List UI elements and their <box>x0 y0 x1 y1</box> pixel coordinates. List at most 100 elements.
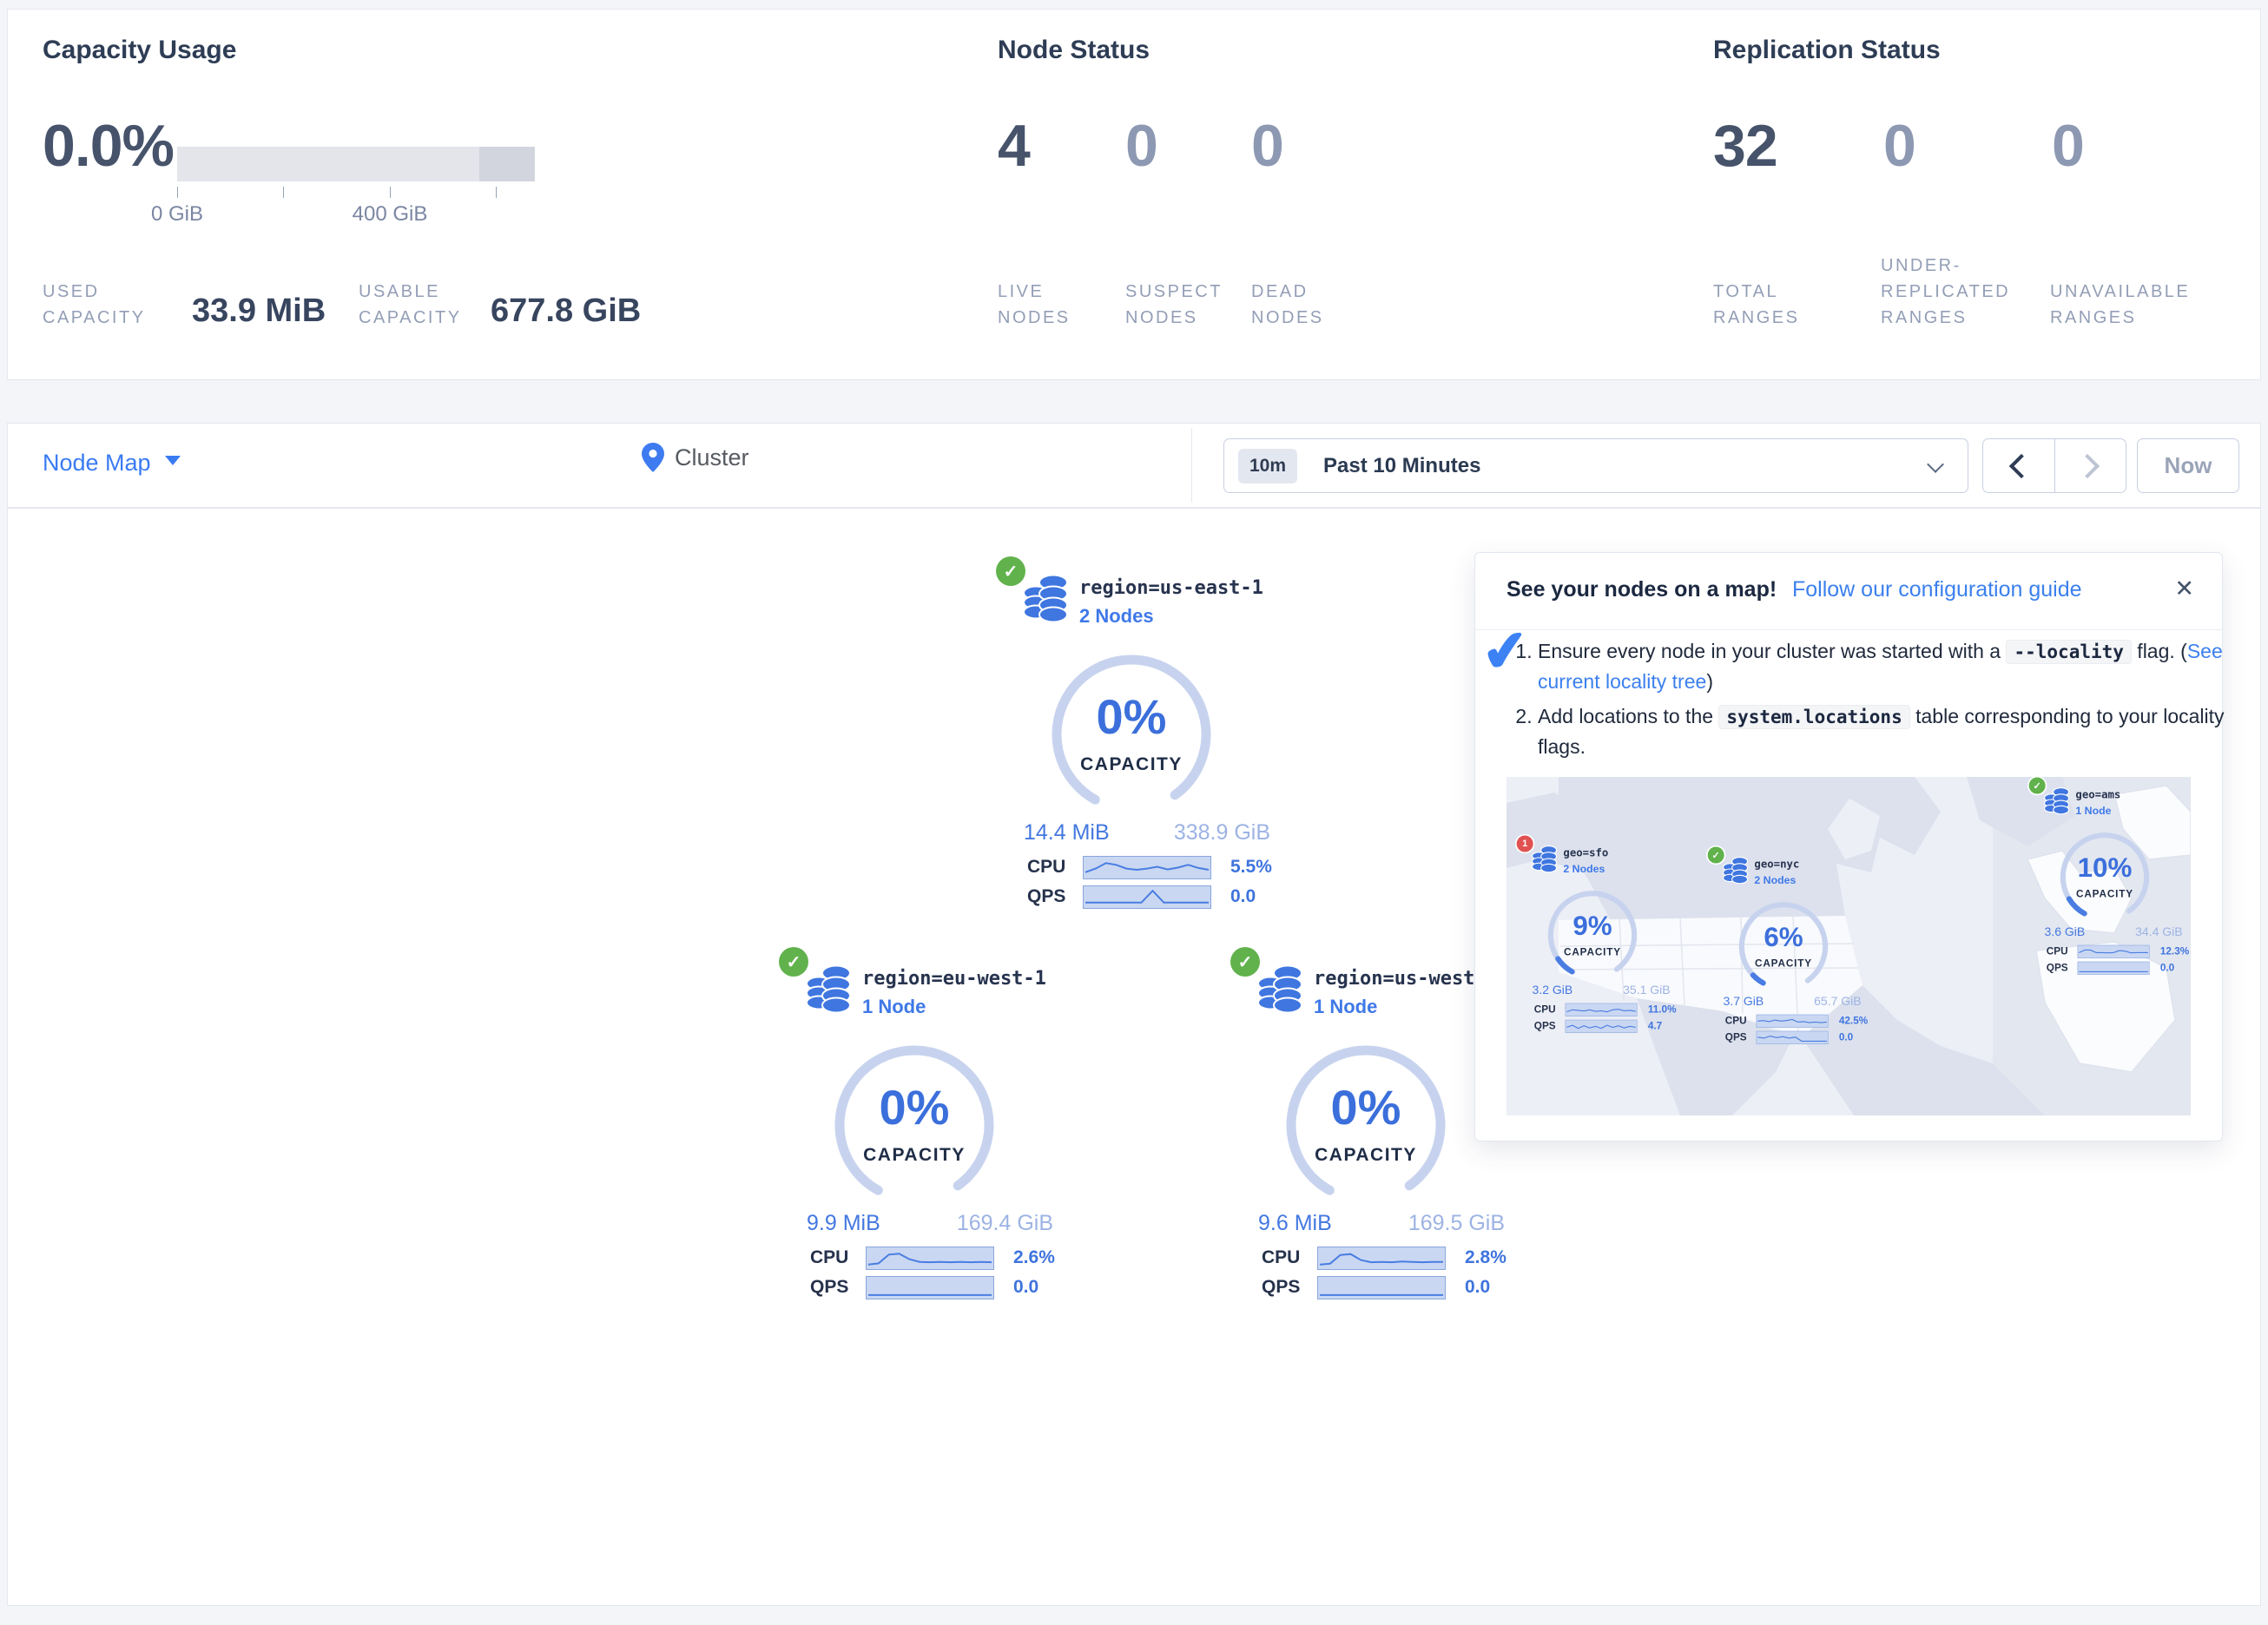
node-card-geo-ams[interactable]: ✓ geo=ams 1 Node 10% CAPACITY 3.6 GiB 34… <box>2032 781 2183 981</box>
chevron-right-icon <box>2075 453 2100 477</box>
capacity-caption: CAPACITY <box>2054 888 2156 899</box>
total-ranges-label: TOTAL RANGES <box>1713 279 1809 331</box>
database-icon <box>1531 845 1557 875</box>
view-selector-label: Node Map <box>43 450 151 476</box>
database-icon <box>2043 786 2069 817</box>
used-value: 9.9 MiB <box>807 1211 880 1236</box>
caret-down-icon <box>165 456 181 465</box>
capacity-caption: CAPACITY <box>1275 1145 1457 1166</box>
capacity-gauge: 6% CAPACITY <box>1732 896 1835 998</box>
capacity-percent: 10% <box>2054 852 2156 883</box>
capacity-usage-percent: 0.0% <box>43 112 174 180</box>
code-snippet: system.locations <box>1718 705 1909 729</box>
capacity-percent: 0% <box>1040 688 1223 745</box>
healthy-check-badge: ✓ <box>1230 947 1260 977</box>
time-back-button[interactable] <box>1983 439 2054 492</box>
time-forward-button[interactable] <box>2054 439 2126 492</box>
capacity-value: 65.7 GiB <box>1814 995 1861 1009</box>
qps-value: 0.0 <box>1230 886 1256 907</box>
node-count-link[interactable]: 1 Node <box>2075 805 2111 818</box>
qps-label: QPS <box>1725 1031 1757 1043</box>
time-range-badge: 10m <box>1238 449 1297 484</box>
time-range-label: Past 10 Minutes <box>1323 454 1480 478</box>
replication-status-title: Replication Status <box>1713 36 1941 65</box>
node-count-link[interactable]: 1 Node <box>1314 996 1377 1018</box>
capacity-percent: 6% <box>1732 921 1835 952</box>
node-card-geo-sfo[interactable]: 1 geo=sfo 2 Nodes 9% CAPACITY 3.2 GiB 35… <box>1520 839 1671 1039</box>
used-value: 3.7 GiB <box>1724 995 1764 1009</box>
view-selector-dropdown[interactable]: Node Map <box>43 450 181 477</box>
healthy-check-badge: ✓ <box>1708 847 1724 864</box>
axis-tick <box>390 187 391 198</box>
node-count-link[interactable]: 2 Nodes <box>1079 605 1154 628</box>
node-count-link[interactable]: 1 Node <box>862 996 926 1018</box>
axis-tick <box>283 187 284 198</box>
suspect-nodes-label: SUSPECT NODES <box>1125 279 1230 331</box>
node-card-geo-nyc[interactable]: ✓ geo=nyc 2 Nodes 6% CAPACITY 3.7 GiB 65… <box>1711 851 1862 1050</box>
capacity-bar-dark-segment <box>479 147 535 181</box>
cpu-label: CPU <box>810 1247 866 1268</box>
unavailable-label: UNAVAILABLE RANGES <box>2050 279 2215 331</box>
capacity-gauge: 0% CAPACITY <box>1040 643 1223 826</box>
capacity-usage-bar <box>177 147 535 181</box>
database-icon <box>1022 572 1069 627</box>
cpu-label: CPU <box>1534 1003 1566 1015</box>
usable-capacity-value: 677.8 GiB <box>491 293 641 330</box>
used-capacity-label: USED CAPACITY <box>43 279 173 331</box>
time-range-dropdown[interactable]: 10m Past 10 Minutes <box>1223 438 1968 493</box>
node-map-canvas: ✓ region=us-east-1 2 Nodes 0% CAPACITY 1… <box>7 508 2261 1606</box>
cpu-value: 2.8% <box>1465 1247 1507 1268</box>
used-capacity-value: 33.9 MiB <box>192 293 326 330</box>
capacity-caption: CAPACITY <box>1040 754 1223 775</box>
node-card-eu-west-1[interactable]: ✓ region=eu-west-1 1 Node 0% CAPACITY 9.… <box>784 954 1053 1310</box>
node-locality-label: geo=sfo <box>1563 847 1608 859</box>
capacity-value: 338.9 GiB <box>1174 820 1270 845</box>
cpu-label: CPU <box>1725 1015 1757 1026</box>
popup-title: See your nodes on a map! <box>1507 577 1777 602</box>
capacity-value: 169.4 GiB <box>957 1211 1053 1236</box>
qps-value: 0.0 <box>1465 1277 1490 1298</box>
qps-label: QPS <box>1027 886 1083 907</box>
node-count-link[interactable]: 2 Nodes <box>1754 874 1796 887</box>
capacity-usage-title: Capacity Usage <box>43 36 236 65</box>
qps-sparkline <box>1317 1276 1446 1299</box>
now-button[interactable]: Now <box>2137 438 2239 493</box>
cpu-value: 42.5% <box>1839 1015 1868 1026</box>
capacity-caption: CAPACITY <box>823 1145 1005 1166</box>
configuration-guide-link[interactable]: Follow our configuration guide <box>1792 577 2082 602</box>
map-preview: 1 geo=sfo 2 Nodes 9% CAPACITY 3.2 GiB 35… <box>1507 777 2191 1115</box>
error-count-badge: 1 <box>1517 836 1533 852</box>
time-nav-arrows <box>1982 438 2126 493</box>
qps-sparkline <box>1083 885 1211 909</box>
map-toolbar: Node Map Cluster 10m Past 10 Minutes Now <box>7 423 2261 508</box>
close-icon[interactable]: ✕ <box>2174 576 2194 602</box>
suspect-nodes-count: 0 <box>1125 112 1157 180</box>
breadcrumb[interactable]: Cluster <box>642 443 749 472</box>
cpu-label: CPU <box>1262 1247 1317 1268</box>
cpu-sparkline <box>1566 1003 1638 1016</box>
node-card-us-west-1[interactable]: ✓ region=us-west-1 1 Node 0% CAPACITY 9.… <box>1236 954 1505 1310</box>
live-nodes-count: 4 <box>998 112 1030 180</box>
capacity-gauge: 0% CAPACITY <box>823 1034 1005 1216</box>
qps-sparkline <box>866 1276 994 1299</box>
qps-sparkline <box>2078 961 2150 974</box>
step-done-check-icon: ✔ <box>1479 616 1532 686</box>
database-icon <box>805 963 852 1017</box>
capacity-caption: CAPACITY <box>1732 957 1835 969</box>
popup-header: See your nodes on a map! Follow our conf… <box>1475 553 2222 630</box>
cpu-value: 2.6% <box>1013 1247 1055 1268</box>
capacity-percent: 9% <box>1541 910 1644 941</box>
healthy-check-badge: ✓ <box>779 947 808 977</box>
chevron-left-icon <box>2009 453 2034 477</box>
qps-value: 4.7 <box>1648 1020 1662 1031</box>
axis-tick <box>177 187 178 198</box>
toolbar-divider <box>1191 428 1192 503</box>
map-pin-icon <box>642 443 664 472</box>
used-value: 3.6 GiB <box>2045 925 2086 939</box>
cpu-value: 11.0% <box>1648 1003 1677 1015</box>
node-card-us-east-1[interactable]: ✓ region=us-east-1 2 Nodes 0% CAPACITY 1… <box>1001 563 1270 919</box>
qps-value: 0.0 <box>1839 1031 1853 1043</box>
capacity-gauge: 0% CAPACITY <box>1275 1034 1457 1216</box>
qps-value: 0.0 <box>1013 1277 1038 1298</box>
node-count-link[interactable]: 2 Nodes <box>1563 863 1605 876</box>
